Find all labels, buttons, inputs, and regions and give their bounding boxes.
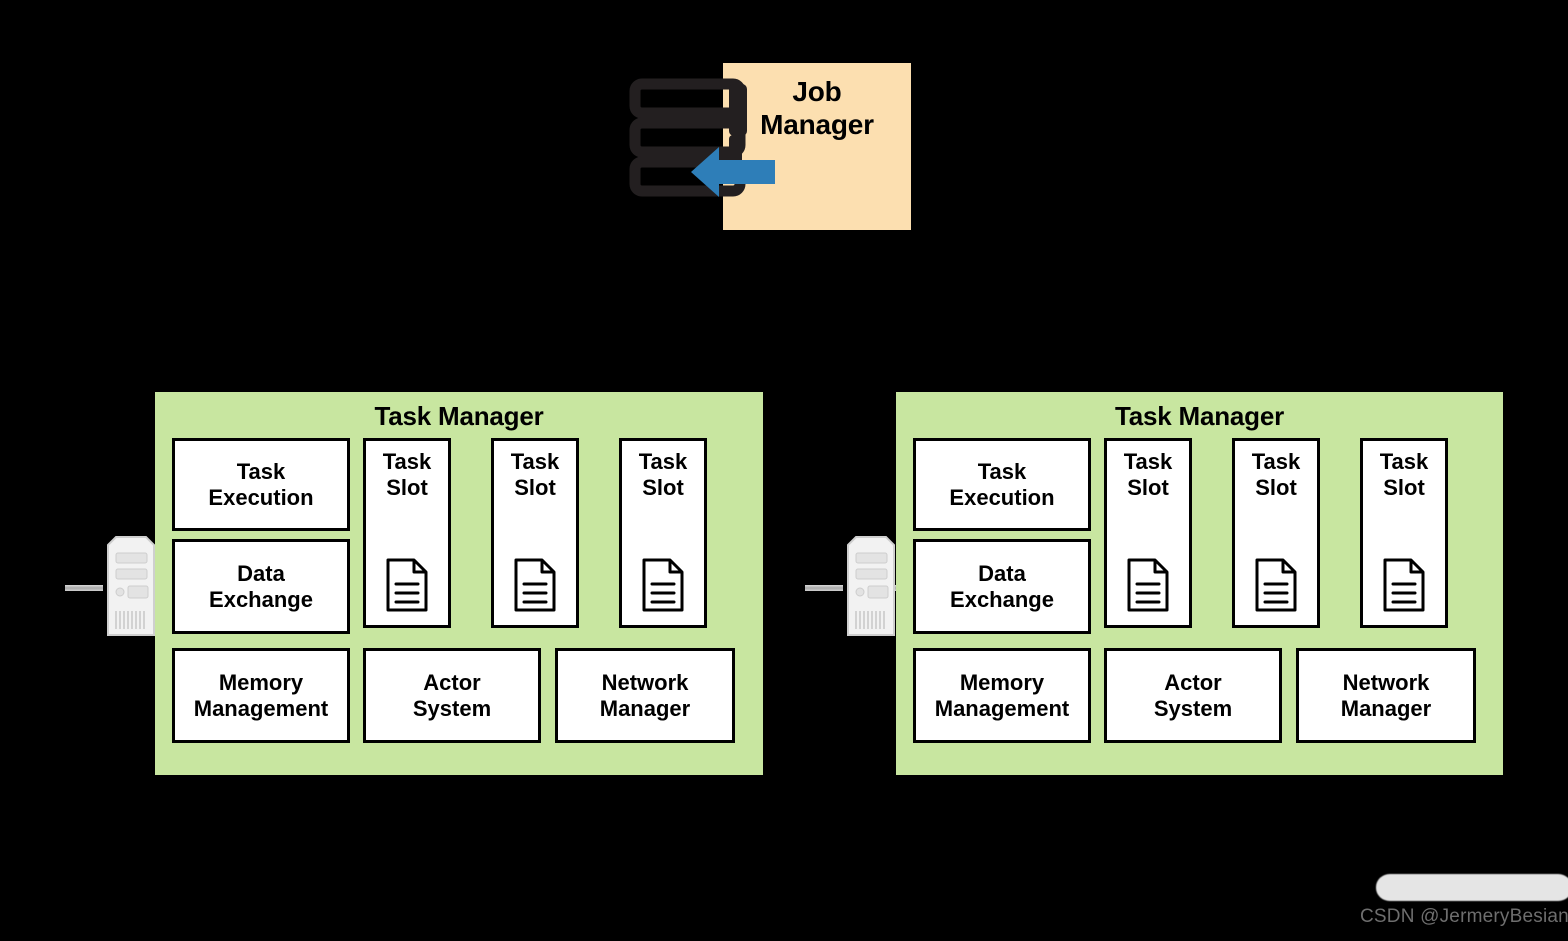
task-slot[interactable]: Task Slot xyxy=(1104,438,1192,628)
watermark-text: CSDN @JermeryBesian xyxy=(1360,906,1568,927)
task-manager-panel: Task Manager Task Execution Data Exchang… xyxy=(155,392,763,775)
task-slot-label: Task Slot xyxy=(1379,449,1429,500)
job-manager-title-line2: Manager xyxy=(760,109,874,141)
white-brush-smudge xyxy=(1376,874,1568,901)
server-tower-icon xyxy=(847,536,895,636)
task-slot-label: Task Slot xyxy=(510,449,560,500)
document-icon xyxy=(1255,558,1297,612)
component-memory-management[interactable]: Memory Management xyxy=(913,648,1091,743)
task-manager-panel: Task Manager Task Execution Data Exchang… xyxy=(896,392,1503,775)
task-slot-label: Task Slot xyxy=(638,449,688,500)
component-data-exchange[interactable]: Data Exchange xyxy=(913,539,1091,634)
document-icon xyxy=(514,558,556,612)
component-data-exchange[interactable]: Data Exchange xyxy=(172,539,350,634)
task-slot[interactable]: Task Slot xyxy=(1232,438,1320,628)
server-tower-icon xyxy=(107,536,155,636)
component-task-execution[interactable]: Task Execution xyxy=(172,438,350,531)
component-actor-system[interactable]: Actor System xyxy=(1104,648,1282,743)
job-manager-title-line1: Job xyxy=(792,76,842,107)
task-slot-label: Task Slot xyxy=(1123,449,1173,500)
component-network-manager[interactable]: Network Manager xyxy=(555,648,735,743)
job-manager-title: Job Manager xyxy=(723,63,911,141)
task-slot[interactable]: Task Slot xyxy=(363,438,451,628)
task-slot[interactable]: Task Slot xyxy=(619,438,707,628)
component-actor-system[interactable]: Actor System xyxy=(363,648,541,743)
document-icon xyxy=(1383,558,1425,612)
task-slot[interactable]: Task Slot xyxy=(491,438,579,628)
task-manager-title: Task Manager xyxy=(1114,401,1285,431)
component-network-manager[interactable]: Network Manager xyxy=(1296,648,1476,743)
document-icon xyxy=(1127,558,1169,612)
document-icon xyxy=(642,558,684,612)
task-manager-title: Task Manager xyxy=(374,401,544,431)
task-slot-label: Task Slot xyxy=(1251,449,1301,500)
component-task-execution[interactable]: Task Execution xyxy=(913,438,1091,531)
diagram-canvas: Job Manager Task Manager Task Execution … xyxy=(0,0,1568,941)
document-icon xyxy=(386,558,428,612)
task-slot-label: Task Slot xyxy=(382,449,432,500)
component-memory-management[interactable]: Memory Management xyxy=(172,648,350,743)
task-slot[interactable]: Task Slot xyxy=(1360,438,1448,628)
